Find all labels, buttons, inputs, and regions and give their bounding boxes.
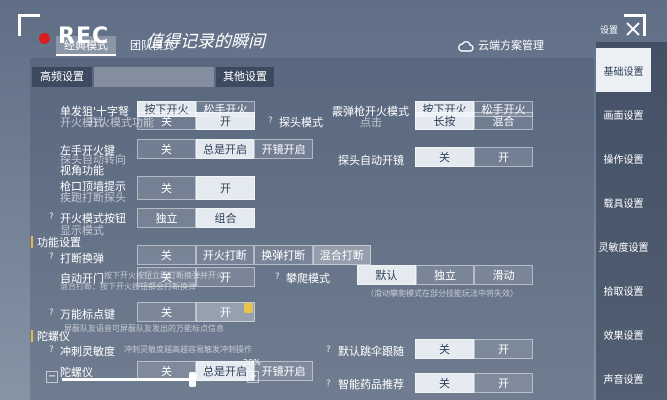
option-off[interactable]: 关 xyxy=(137,139,196,159)
option-off[interactable]: 关 xyxy=(415,373,474,393)
parachute-follow-label: 默认跳伞跟随 xyxy=(338,345,404,358)
sidebar-item-sensitivity[interactable]: 灵敏度设置 xyxy=(596,224,651,268)
option-always-on[interactable]: 总是开启 xyxy=(195,139,255,159)
mark-note: 屏蔽队友语音可屏蔽队友发出的万能标点信息 xyxy=(64,324,224,333)
help-icon[interactable]: ? xyxy=(49,212,54,222)
settings-label: 设置 xyxy=(600,26,619,36)
plus-icon[interactable]: + xyxy=(247,371,259,383)
left-fire-selector: 关 总是开启 开镜开启 xyxy=(137,139,314,159)
option-off[interactable]: 关 xyxy=(415,339,474,359)
help-icon[interactable]: ? xyxy=(49,252,54,262)
help-icon[interactable]: ? xyxy=(268,116,273,126)
sprint-sensitivity-label: 冲刺灵敏度 xyxy=(60,345,115,358)
option-independent[interactable]: 独立 xyxy=(415,265,475,285)
probe-auto-scope-label: 探头自动开镜 xyxy=(338,154,404,167)
shotgun-hold-selector: 长按 混合 xyxy=(415,112,533,130)
option-swipe[interactable]: 滑动 xyxy=(474,265,534,285)
help-icon[interactable]: ? xyxy=(275,272,280,282)
fire-button-selector: 独立 组合 xyxy=(137,208,255,228)
option-on[interactable]: 开 xyxy=(474,147,533,167)
parachute-selector: 关 开 xyxy=(415,339,533,359)
sidebar-item-sound[interactable]: 声音设置 xyxy=(596,356,651,400)
option-mixed[interactable]: 混合 xyxy=(474,112,533,130)
close-icon[interactable] xyxy=(622,18,644,40)
option-scope-on[interactable]: 开镜开启 xyxy=(254,361,314,381)
cloud-icon xyxy=(458,37,474,52)
sprint-interrupt-label: 疾跑打断探头 xyxy=(60,191,126,204)
climb-note: （滑动攀爬模式在部分技能玩法中将失效） xyxy=(366,289,518,298)
sidebar-item-graphics[interactable]: 画面设置 xyxy=(596,92,651,136)
option-off[interactable]: 关 xyxy=(137,302,196,322)
muzzle-selector: 关 开 xyxy=(137,176,255,200)
option-scope-on[interactable]: 开镜开启 xyxy=(254,139,314,159)
help-icon[interactable]: ? xyxy=(49,345,54,355)
option-mixed-interrupt[interactable]: 混合打断 xyxy=(312,245,371,265)
tab-team[interactable]: 团队模式 xyxy=(130,36,174,56)
section-gyro-title: 陀螺仪 xyxy=(37,330,70,343)
subtab-blank xyxy=(94,67,214,87)
help-icon[interactable]: ? xyxy=(326,379,331,389)
option-on[interactable]: 开 xyxy=(196,112,255,130)
option-independent[interactable]: 独立 xyxy=(137,208,196,228)
shotgun-click-label: 点击 xyxy=(360,116,382,129)
interrupt-reload-label: 打断换弹 xyxy=(60,252,104,265)
option-always-on[interactable]: 总是开启 xyxy=(195,361,255,381)
sidebar-item-controls[interactable]: 操作设置 xyxy=(596,136,651,180)
option-on[interactable]: 开 xyxy=(474,373,533,393)
fire-func-selector: 关 开 xyxy=(137,112,255,130)
smart-med-selector: 关 开 xyxy=(415,373,533,393)
minus-icon[interactable]: − xyxy=(46,371,58,383)
section-bar xyxy=(31,330,33,342)
option-off[interactable]: 关 xyxy=(137,361,196,381)
sidebar-item-pickup[interactable]: 拾取设置 xyxy=(596,268,651,312)
option-default[interactable]: 默认 xyxy=(357,265,416,285)
probe-auto-scope-selector: 关 开 xyxy=(415,147,533,167)
mark-key-label: 万能标点键 xyxy=(60,308,115,321)
climb-mode-label: 攀爬模式 xyxy=(286,272,330,285)
interrupt-reload-selector: 关 开火打断 换弹打断 混合打断 xyxy=(137,245,371,265)
view-func-label: 视角功能 xyxy=(60,164,104,177)
subtab-high-freq[interactable]: 高频设置 xyxy=(32,67,92,87)
gyro-selector: 关 总是开启 开镜开启 xyxy=(137,361,314,381)
option-long-press[interactable]: 长按 xyxy=(415,112,474,130)
option-off[interactable]: 关 xyxy=(415,147,474,167)
option-on[interactable]: 开 xyxy=(196,176,255,200)
tab-classic[interactable]: 经典模式 xyxy=(56,36,116,56)
option-reload-interrupt[interactable]: 换弹打断 xyxy=(254,245,313,265)
mark-badge-icon xyxy=(244,303,253,313)
subtab-other[interactable]: 其他设置 xyxy=(216,67,274,87)
probe-mode-label: 探头模式 xyxy=(279,116,323,129)
auto-note: 按下开火按钮立即打断换弹并开火 xyxy=(104,271,224,280)
option-off[interactable]: 关 xyxy=(137,112,196,130)
rec-corner-tl xyxy=(18,14,40,36)
option-fire-interrupt[interactable]: 开火打断 xyxy=(195,245,254,265)
sidebar-item-vehicle[interactable]: 载具设置 xyxy=(596,180,651,224)
sidebar-item-basic[interactable]: 基础设置 xyxy=(596,48,651,92)
section-bar xyxy=(31,236,33,248)
smart-med-label: 智能药品推荐 xyxy=(338,378,404,391)
mark-key-selector: 关 开 xyxy=(137,302,255,322)
help-icon[interactable]: ? xyxy=(326,345,331,355)
cloud-plan-button[interactable]: 云端方案管理 xyxy=(478,37,544,53)
option-combined[interactable]: 组合 xyxy=(196,208,255,228)
option-off[interactable]: 关 xyxy=(137,176,196,200)
option-on[interactable]: 开 xyxy=(474,339,533,359)
climb-mode-selector: 默认 独立 滑动 xyxy=(357,265,534,285)
section-function-title: 功能设置 xyxy=(37,236,81,249)
help-icon[interactable]: ? xyxy=(49,308,54,318)
option-off[interactable]: 关 xyxy=(137,245,196,265)
sidebar-item-effects[interactable]: 效果设置 xyxy=(596,312,651,356)
sprint-sensitivity-note: 冲刺灵敏度越高越容易触发冲刺操作 xyxy=(124,345,252,354)
mixed-interrupt-note: 混合打断：按下开火按钮都会打断换弹 xyxy=(60,282,196,291)
rec-dot xyxy=(39,33,50,44)
